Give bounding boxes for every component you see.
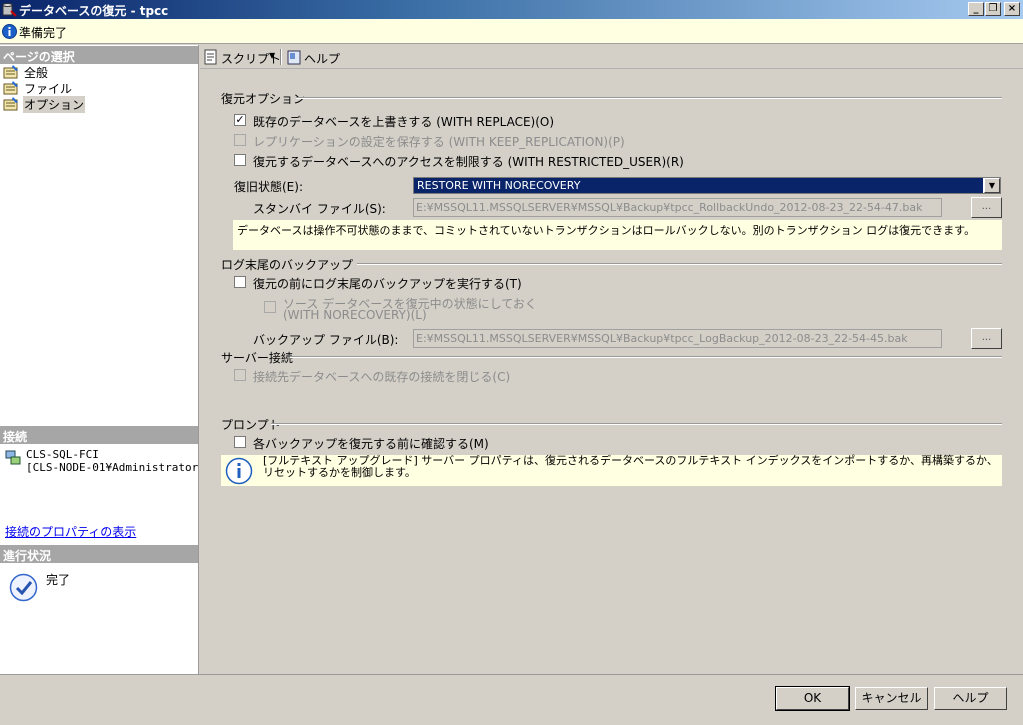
database-restore-icon <box>2 3 17 17</box>
recovery-state-label: 復旧状態(E): <box>234 180 303 194</box>
connection-user: [CLS-NODE-01¥Administrator] <box>26 461 205 474</box>
help-button[interactable]: ヘルプ <box>934 687 1007 710</box>
checkbox-box <box>234 436 246 448</box>
page-icon <box>3 81 18 95</box>
script-icon <box>204 49 217 65</box>
checkbox-box: ✓ <box>234 113 246 126</box>
checkmark-icon <box>9 573 38 602</box>
chevron-down-icon[interactable]: ▼ <box>984 178 1000 193</box>
view-connection-properties-link[interactable]: 接続のプロパティの表示 <box>5 523 136 540</box>
server-connections-title: サーバー接続 <box>221 349 297 366</box>
connection-server: CLS-SQL-FCI <box>26 448 99 461</box>
recovery-state-select[interactable]: RESTORE WITH NORECOVERY ▼ <box>413 177 1001 194</box>
standby-file-label: スタンバイ ファイル(S): <box>253 202 386 216</box>
page-item-label: ファイル <box>24 82 73 96</box>
checkbox-box <box>234 134 246 146</box>
group-divider <box>296 97 1002 99</box>
info-message-text: [フルテキスト アップグレード] サーバー プロパティは、復元されるデータベース… <box>263 454 998 479</box>
recovery-state-description: データベースは操作不可状態のままで、コミットされていないトランザクションはロール… <box>233 220 1002 250</box>
backup-file-field[interactable]: E:¥MSSQL11.MSSQLSERVER¥MSSQL¥Backup¥tpcc… <box>413 329 942 348</box>
group-divider <box>357 263 1002 265</box>
progress-status: 完了 <box>46 573 71 587</box>
server-connection-icon <box>5 450 21 465</box>
cancel-button[interactable]: キャンセル <box>855 687 928 710</box>
backup-file-label: バックアップ ファイル(B): <box>253 333 399 347</box>
standby-browse-button[interactable]: ... <box>971 197 1002 218</box>
backup-browse-button[interactable]: ... <box>971 328 1002 349</box>
group-divider <box>290 356 1002 358</box>
group-divider <box>271 423 1002 425</box>
title-bar: データベースの復元 - tpcc _ ❐ × <box>0 0 1023 19</box>
select-page-header: ページの選択 <box>0 46 198 64</box>
window-title: データベースの復元 - tpcc <box>19 4 169 18</box>
toolbar-separator <box>280 49 282 65</box>
help-book-icon <box>287 50 301 65</box>
checkbox-box <box>264 301 276 313</box>
checkbox-box <box>234 154 246 166</box>
status-text: 準備完了 <box>19 26 68 40</box>
bottom-separator <box>0 674 1023 675</box>
script-button[interactable]: スクリプト ▼ <box>203 49 281 66</box>
restore-icon[interactable]: ❐ <box>985 2 1001 16</box>
status-bar: 準備完了 <box>0 19 1023 44</box>
ok-button[interactable]: OK <box>775 686 850 711</box>
page-item-label: 全般 <box>24 66 49 80</box>
page-icon <box>3 65 18 79</box>
page-item-label: オプション <box>23 96 86 113</box>
page-icon <box>3 97 18 111</box>
checkbox-box <box>234 369 246 381</box>
minimize-icon[interactable]: _ <box>968 2 984 16</box>
info-message-panel: [フルテキスト アップグレード] サーバー プロパティは、復元されるデータベース… <box>221 455 1002 486</box>
chevron-down-icon: ▼ <box>269 51 276 60</box>
info-icon <box>225 457 253 485</box>
info-icon <box>2 24 17 39</box>
toolbar: スクリプト ▼ ヘルプ <box>200 45 1023 69</box>
connection-header: 接続 <box>0 426 198 444</box>
help-toolbar-button[interactable]: ヘルプ <box>286 49 340 66</box>
progress-header: 進行状況 <box>0 545 198 563</box>
standby-file-field[interactable]: E:¥MSSQL11.MSSQLSERVER¥MSSQL¥Backup¥tpcc… <box>413 198 942 217</box>
tail-log-title: ログ末尾のバックアップ <box>221 256 358 273</box>
checkbox-box <box>234 276 246 288</box>
close-icon[interactable]: × <box>1004 2 1020 16</box>
